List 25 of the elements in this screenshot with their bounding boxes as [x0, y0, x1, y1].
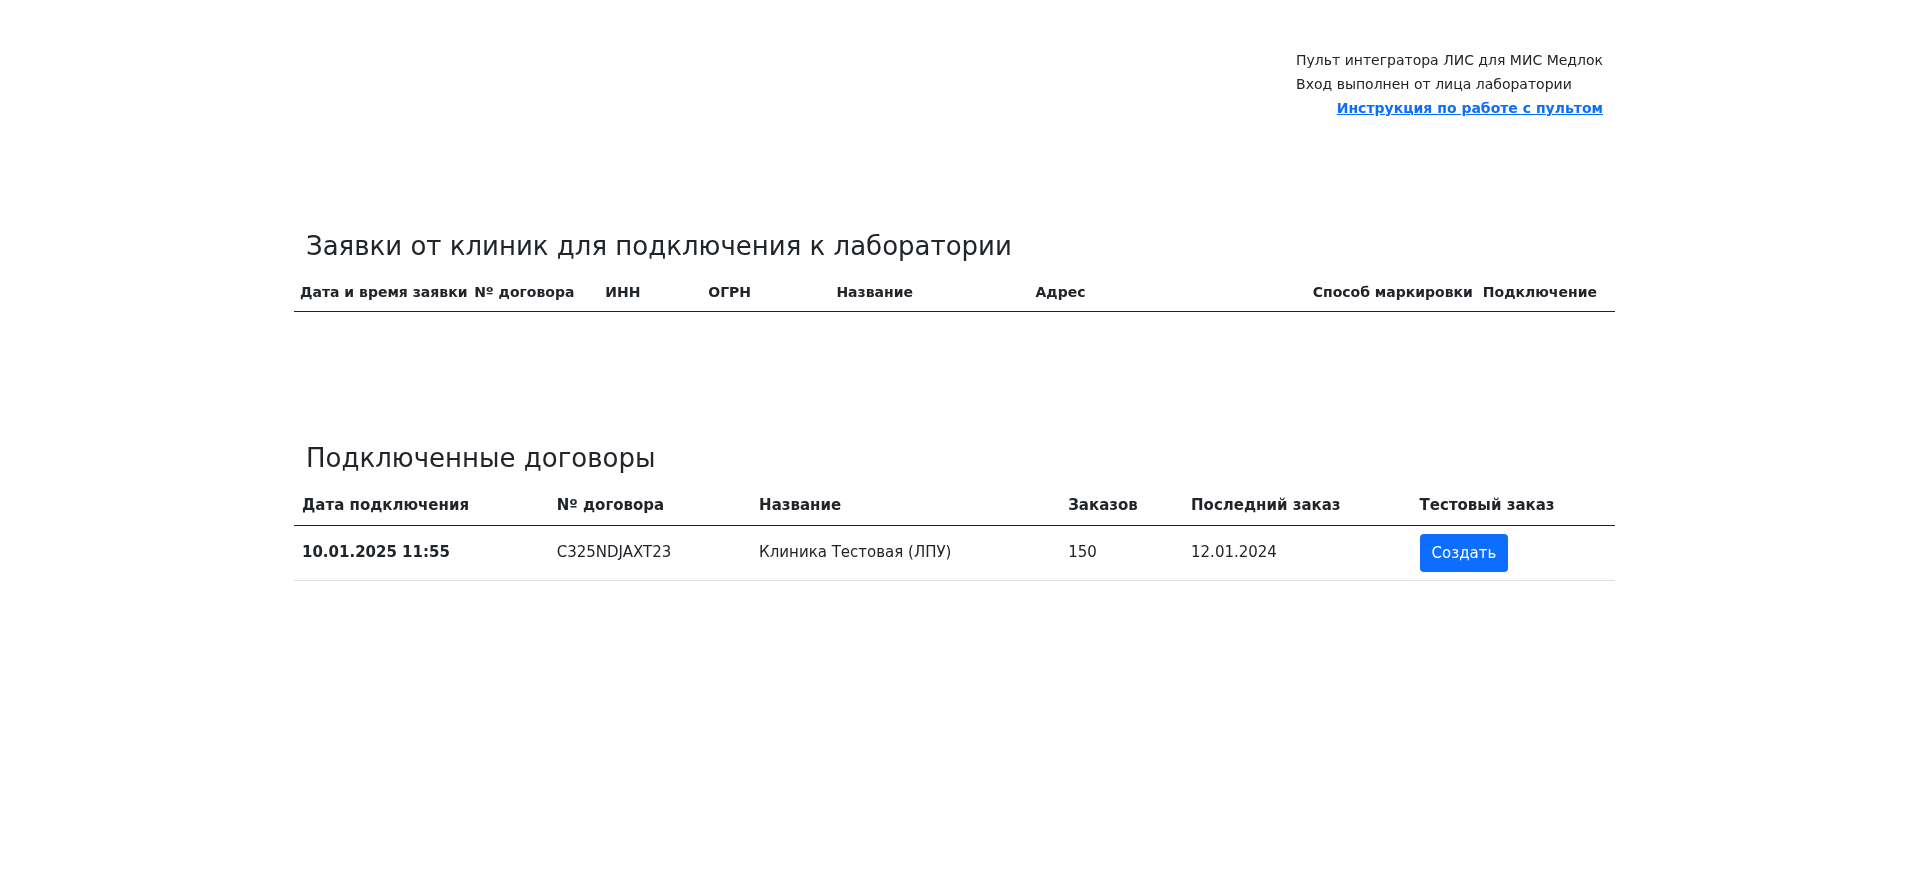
header-text: Пульт интегратора ЛИС для МИС Медлок [1296, 51, 1603, 70]
column-header: ИНН [599, 274, 703, 312]
column-header: Адрес [1029, 274, 1307, 312]
column-header: Последний заказ [1183, 486, 1412, 525]
table-cell: 12.01.2024 [1191, 543, 1277, 562]
table-cell: Клиника Тестовая (ЛПУ) [759, 543, 952, 562]
column-header: ОГРН [702, 274, 831, 312]
column-header: Название [830, 274, 1030, 312]
column-header: Дата и время заявки [294, 274, 469, 312]
column-header: Подключение [1476, 274, 1615, 312]
table-cell: 10.01.2025 11:55 [302, 543, 450, 562]
column-header: Название [751, 486, 1061, 525]
table-cell: C325NDJAXT23 [556, 543, 672, 562]
column-header: Дата подключения [294, 486, 549, 525]
create-button[interactable]: Создать [1419, 533, 1509, 572]
column-header: Тестовый заказ [1411, 486, 1615, 525]
header-text: Вход выполнен от лица лаборатории [1296, 75, 1572, 94]
table-cell: 150 [1068, 543, 1097, 562]
column-header: Заказов [1060, 486, 1184, 525]
column-header: Способ маркировки [1306, 274, 1477, 312]
column-header: Nº договора [468, 274, 600, 312]
instructions-link[interactable]: Инструкция по работе с пультом [1336, 96, 1603, 120]
section-title: Подключенные договоры [306, 442, 657, 475]
section-title: Заявки от клиник для подключения к лаборатории [306, 230, 1013, 263]
column-header: Nº договора [548, 486, 752, 525]
